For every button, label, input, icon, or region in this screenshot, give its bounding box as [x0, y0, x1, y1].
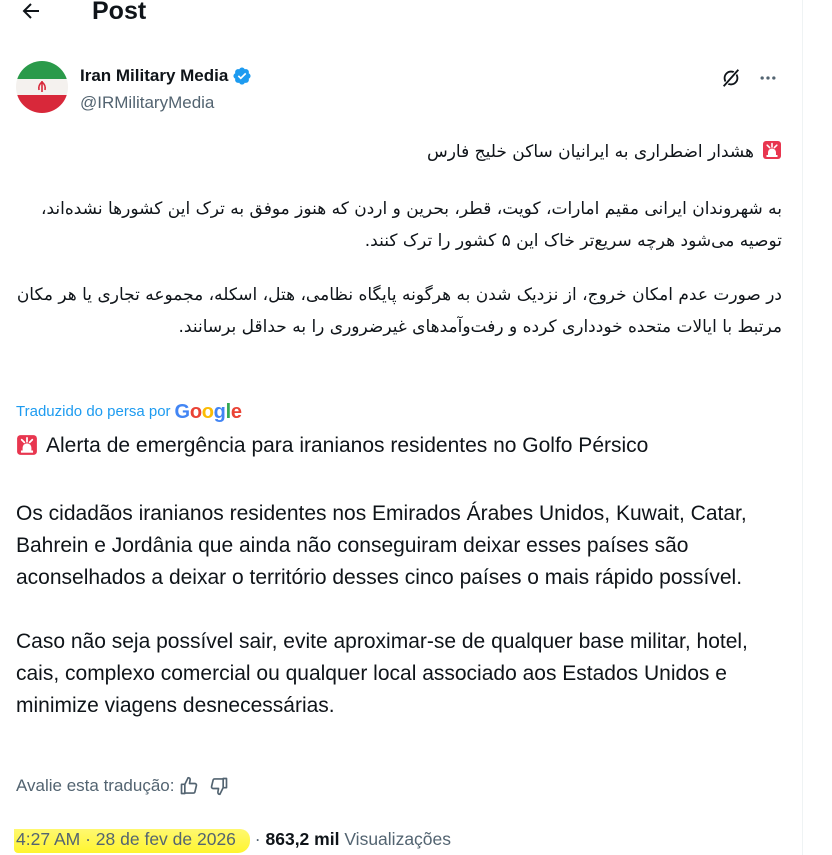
- views-label: Visualizações: [344, 829, 452, 849]
- translated-by-link[interactable]: Traduzido do persa por Google: [16, 401, 242, 423]
- author-name[interactable]: Iran Military Media: [80, 64, 252, 88]
- post-paragraph: به شهروندان ایرانی مقیم امارات، کویت، قط…: [40, 198, 782, 252]
- verified-badge-icon: [233, 67, 251, 85]
- post-date: 28 de fev de 2026: [95, 829, 236, 849]
- siren-emoji: [16, 434, 38, 466]
- thumbs-up-icon: [181, 776, 198, 795]
- post-timestamp[interactable]: 4:27 AM · 28 de fev de 2026: [14, 829, 250, 853]
- post-paragraph: Caso não seja possível sair, evite aprox…: [16, 630, 748, 717]
- page-title: Post: [92, 0, 147, 25]
- post-paragraph-text: هشدار اضطراری به ایرانیان ساکن خلیج فارس: [426, 142, 754, 162]
- siren-emoji: [762, 139, 782, 172]
- back-button[interactable]: [14, 0, 48, 28]
- column-divider: [802, 0, 803, 855]
- meta-separator: ·: [85, 829, 91, 849]
- views-count: 863,2 mil: [265, 829, 340, 849]
- grok-icon: [722, 69, 740, 87]
- rate-translation: Avalie esta tradução:: [16, 773, 234, 799]
- page-header: Post: [0, 0, 802, 28]
- author-name-text: Iran Military Media: [80, 66, 229, 85]
- post-paragraph: Alerta de emergência para iranianos resi…: [16, 430, 792, 466]
- translated-by-label: Traduzido do persa por: [16, 403, 171, 420]
- post-paragraph: در صورت عدم امکان خروج، از نزدیک شدن به …: [16, 284, 782, 338]
- post-meta: 4:27 AM · 28 de fev de 2026 · 863,2 mil …: [14, 825, 451, 853]
- post-paragraph: Os cidadãos iranianos residentes nos Emi…: [16, 502, 747, 589]
- post-text-original: هشدار اضطراری به ایرانیان ساکن خلیج فارس…: [16, 136, 782, 344]
- thumbs-up-button[interactable]: [174, 773, 204, 799]
- rate-label: Avalie esta tradução:: [16, 776, 175, 795]
- grok-button[interactable]: [716, 63, 746, 93]
- post-paragraph-text: Alerta de emergência para iranianos resi…: [46, 434, 649, 457]
- back-arrow-icon: [22, 3, 39, 19]
- more-icon: [760, 76, 776, 80]
- thumbs-down-button[interactable]: [204, 773, 234, 799]
- google-logo: Google: [174, 401, 242, 423]
- avatar[interactable]: [16, 61, 68, 113]
- author-handle[interactable]: @IRMilitaryMedia: [80, 91, 214, 115]
- meta-separator: ·: [254, 829, 261, 849]
- thumbs-down-icon: [211, 777, 228, 796]
- post-time: 4:27 AM: [16, 829, 81, 849]
- more-button[interactable]: [753, 63, 783, 93]
- post-text-translation: Alerta de emergência para iranianos resi…: [16, 430, 792, 722]
- iran-flag-avatar: [16, 61, 68, 113]
- post-paragraph: هشدار اضطراری به ایرانیان ساکن خلیج فارس: [16, 136, 782, 172]
